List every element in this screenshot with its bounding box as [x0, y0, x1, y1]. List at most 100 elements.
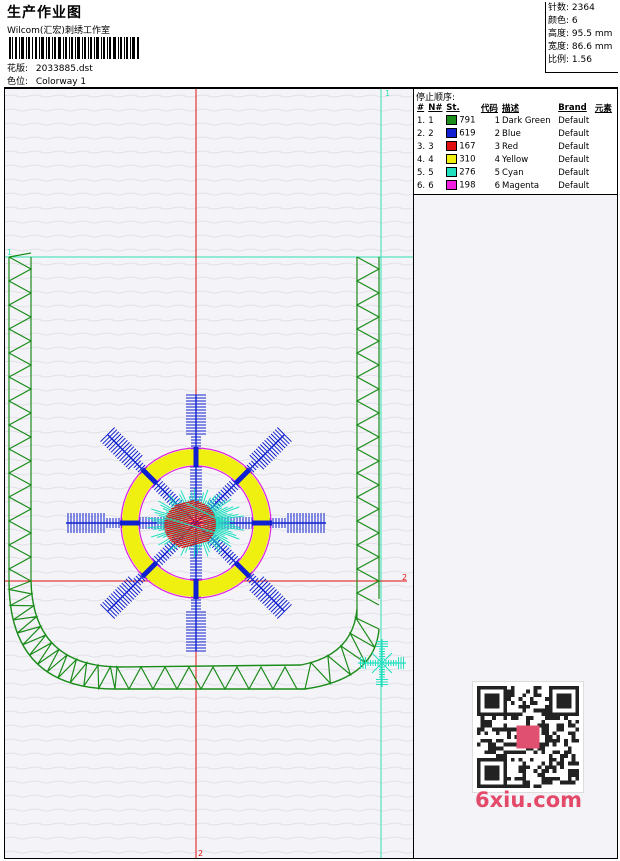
col-code: 代码 [480, 104, 498, 114]
stat-stitches: 针数: 2364 [548, 2, 618, 15]
stat-value: 95.5 mm [571, 29, 613, 39]
embroidery-drawing: 1 1 2 2 [5, 89, 413, 858]
qr-logo-badge [516, 725, 540, 749]
row-desc: Dark Green [502, 115, 551, 126]
row-num: 4. [417, 154, 426, 165]
stat-value: 6 [571, 16, 578, 26]
color-swatch [446, 154, 458, 165]
stat-label: 高度: [548, 29, 570, 39]
color-swatch [446, 115, 458, 126]
col-n: N# [428, 103, 443, 113]
table-row: 2. 2 619 2 Blue Default [416, 127, 615, 140]
table-row: 1. 1 791 1 Dark Green Default [416, 114, 615, 127]
row-brand: Default [558, 128, 590, 139]
row-element [594, 127, 615, 140]
stitch-count: 619 [459, 128, 476, 139]
guide-label-red-bottom: 2 [198, 849, 203, 858]
stats-panel: 针数: 2364 颜色: 6 高度: 95.5 mm 宽度: 86.6 mm 比… [545, 2, 618, 73]
row-code: 6 [494, 180, 501, 191]
colorway-label: 色位: [7, 77, 29, 87]
col-element: 元素 [594, 104, 612, 114]
col-brand: Brand [558, 103, 587, 113]
table-row: 5. 5 276 5 Cyan Default [416, 166, 615, 179]
stitch-count: 791 [459, 115, 476, 126]
color-swatch [446, 167, 458, 178]
table-row: 3. 3 167 3 Red Default [416, 140, 615, 153]
row-num: 2. [417, 128, 426, 139]
row-st: 619 [445, 127, 480, 140]
row-element [594, 114, 615, 127]
row-element [594, 140, 615, 153]
row-brand: Default [558, 167, 590, 178]
color-swatch [446, 128, 458, 139]
row-code: 4 [494, 154, 501, 165]
design-canvas: 1 1 2 2 [4, 88, 414, 859]
row-num: 3. [417, 141, 426, 152]
row-st: 310 [445, 153, 480, 166]
row-element [594, 179, 615, 192]
colorway-row: 色位: Colorway 1 [7, 74, 86, 87]
site-watermark: 6xiu.com [475, 788, 583, 812]
stat-value: 86.6 mm [571, 42, 613, 52]
sheet-header: 生产作业图 Wilcom(汇宏)刺绣工作室 花版: 2033885.dst 色位… [4, 2, 618, 88]
guide-label-cyan-top: 1 [385, 89, 390, 98]
stitch-count: 276 [459, 167, 476, 178]
row-desc: Blue [502, 128, 521, 139]
row-st: 167 [445, 140, 480, 153]
row-desc: Magenta [502, 180, 540, 191]
row-st: 791 [445, 114, 480, 127]
design-row: 花版: 2033885.dst [7, 61, 93, 74]
row-code: 3 [494, 141, 501, 152]
color-sequence-table: # N# St. 代码 描述 Brand 元素 1. 1 791 1 Dark Gree… [416, 102, 615, 192]
guide-label-cyan-left: 1 [7, 248, 12, 257]
qr-finder-core [484, 765, 500, 781]
stitch-count: 310 [459, 154, 476, 165]
row-brand: Default [558, 154, 590, 165]
design-label: 花版: [7, 64, 29, 74]
stat-label: 宽度: [548, 42, 570, 52]
row-n: 4 [428, 154, 434, 165]
table-row: 6. 6 198 6 Magenta Default [416, 179, 615, 192]
col-desc: 描述 [502, 104, 520, 114]
row-brand: Default [558, 115, 590, 126]
qr-finder-core [556, 693, 572, 709]
colorway-value: Colorway 1 [35, 77, 87, 87]
row-num: 1. [417, 115, 426, 126]
row-brand: Default [558, 141, 590, 152]
table-header: # N# St. 代码 描述 Brand 元素 [416, 102, 615, 114]
row-brand: Default [558, 180, 590, 191]
row-n: 5 [428, 167, 434, 178]
design-value: 2033885.dst [35, 64, 93, 74]
table-row: 4. 4 310 4 Yellow Default [416, 153, 615, 166]
stat-value: 2364 [571, 3, 595, 13]
col-st: St. [446, 103, 460, 113]
stat-colors: 颜色: 6 [548, 15, 618, 28]
stat-scale: 比例: 1.56 [548, 54, 618, 67]
stop-sequence-title: 停止顺序: [416, 93, 456, 103]
row-element [594, 153, 615, 166]
qr-finder-core [484, 693, 500, 709]
stat-value: 1.56 [571, 55, 592, 65]
color-swatch [446, 180, 458, 191]
stitch-count: 167 [459, 141, 476, 152]
studio-name: Wilcom(汇宏)刺绣工作室 [7, 26, 110, 36]
production-sheet: 生产作业图 Wilcom(汇宏)刺绣工作室 花版: 2033885.dst 色位… [0, 0, 620, 861]
row-st: 276 [445, 166, 480, 179]
row-desc: Yellow [502, 154, 529, 165]
stop-sequence-box: 停止顺序: # N# St. 代码 描述 Brand 元素 1. 1 791 1 Dar… [414, 89, 617, 195]
col-num: # [417, 103, 425, 113]
row-num: 5. [417, 167, 426, 178]
row-code: 1 [494, 115, 501, 126]
stat-height: 高度: 95.5 mm [548, 28, 618, 41]
guide-label-red-right: 2 [402, 573, 407, 582]
sheet-title: 生产作业图 [7, 5, 82, 21]
barcode-icon [9, 37, 139, 59]
row-n: 2 [428, 128, 434, 139]
row-n: 3 [428, 141, 434, 152]
stat-width: 宽度: 86.6 mm [548, 41, 618, 54]
row-num: 6. [417, 180, 426, 191]
row-n: 1 [428, 115, 434, 126]
row-code: 2 [494, 128, 501, 139]
qr-code-icon [472, 681, 584, 793]
row-n: 6 [428, 180, 434, 191]
